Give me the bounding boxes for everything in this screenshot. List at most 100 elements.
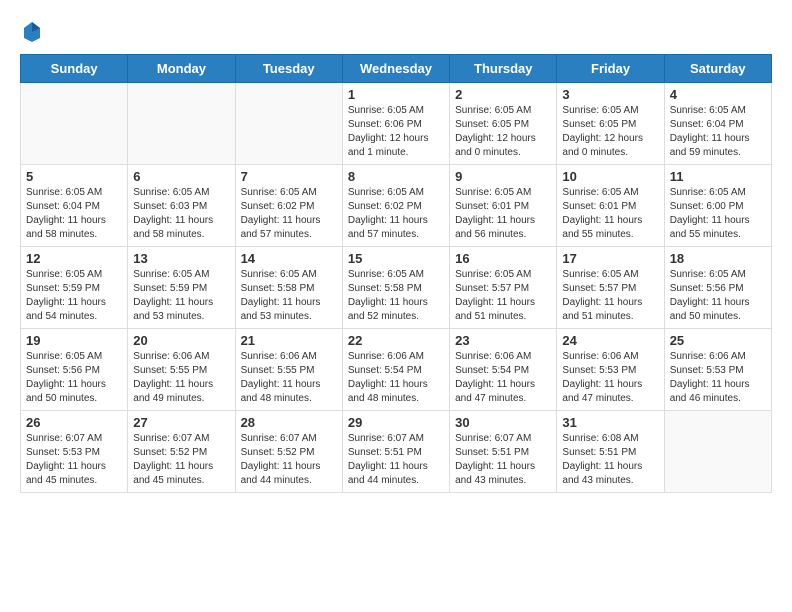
day-info: Sunrise: 6:08 AM Sunset: 5:51 PM Dayligh… — [562, 432, 658, 488]
day-number: 28 — [241, 415, 337, 430]
day-info: Sunrise: 6:06 AM Sunset: 5:53 PM Dayligh… — [562, 350, 658, 406]
day-number: 27 — [133, 415, 229, 430]
day-cell-31: 31 Sunrise: 6:08 AM Sunset: 5:51 PM Dayli… — [557, 411, 664, 493]
day-info: Sunrise: 6:07 AM Sunset: 5:51 PM Dayligh… — [348, 432, 444, 488]
day-cell-6: 6 Sunrise: 6:05 AM Sunset: 6:03 PM Daylig… — [128, 165, 235, 247]
day-number: 20 — [133, 333, 229, 348]
day-cell-8: 8 Sunrise: 6:05 AM Sunset: 6:02 PM Daylig… — [342, 165, 449, 247]
day-info: Sunrise: 6:05 AM Sunset: 6:05 PM Dayligh… — [562, 104, 658, 160]
day-cell-30: 30 Sunrise: 6:07 AM Sunset: 5:51 PM Dayli… — [450, 411, 557, 493]
day-number: 18 — [670, 251, 766, 266]
empty-cell — [664, 411, 771, 493]
day-info: Sunrise: 6:05 AM Sunset: 6:06 PM Dayligh… — [348, 104, 444, 160]
day-info: Sunrise: 6:05 AM Sunset: 5:56 PM Dayligh… — [670, 268, 766, 324]
day-number: 15 — [348, 251, 444, 266]
day-number: 29 — [348, 415, 444, 430]
day-number: 1 — [348, 87, 444, 102]
day-info: Sunrise: 6:05 AM Sunset: 6:05 PM Dayligh… — [455, 104, 551, 160]
day-number: 24 — [562, 333, 658, 348]
day-number: 31 — [562, 415, 658, 430]
day-number: 22 — [348, 333, 444, 348]
week-row-5: 26 Sunrise: 6:07 AM Sunset: 5:53 PM Dayli… — [21, 411, 772, 493]
day-cell-2: 2Sunrise: 6:05 AM Sunset: 6:05 PM Daylig… — [450, 83, 557, 165]
day-number: 30 — [455, 415, 551, 430]
day-info: Sunrise: 6:05 AM Sunset: 6:03 PM Dayligh… — [133, 186, 229, 242]
day-info: Sunrise: 6:06 AM Sunset: 5:54 PM Dayligh… — [348, 350, 444, 406]
day-number: 8 — [348, 169, 444, 184]
empty-cell — [21, 83, 128, 165]
empty-cell — [235, 83, 342, 165]
day-cell-11: 11 Sunrise: 6:05 AM Sunset: 6:00 PM Dayli… — [664, 165, 771, 247]
day-info: Sunrise: 6:05 AM Sunset: 5:56 PM Dayligh… — [26, 350, 122, 406]
page-header — [20, 20, 772, 44]
day-info: Sunrise: 6:05 AM Sunset: 5:59 PM Dayligh… — [26, 268, 122, 324]
day-cell-12: 12 Sunrise: 6:05 AM Sunset: 5:59 PM Dayli… — [21, 247, 128, 329]
day-info: Sunrise: 6:06 AM Sunset: 5:55 PM Dayligh… — [241, 350, 337, 406]
weekday-header-thursday: Thursday — [450, 55, 557, 83]
day-cell-15: 15 Sunrise: 6:05 AM Sunset: 5:58 PM Dayli… — [342, 247, 449, 329]
day-cell-21: 21 Sunrise: 6:06 AM Sunset: 5:55 PM Dayli… — [235, 329, 342, 411]
day-cell-13: 13 Sunrise: 6:05 AM Sunset: 5:59 PM Dayli… — [128, 247, 235, 329]
day-cell-4: 4 Sunrise: 6:05 AM Sunset: 6:04 PM Daylig… — [664, 83, 771, 165]
day-info: Sunrise: 6:06 AM Sunset: 5:55 PM Dayligh… — [133, 350, 229, 406]
day-info: Sunrise: 6:07 AM Sunset: 5:52 PM Dayligh… — [133, 432, 229, 488]
weekday-header-saturday: Saturday — [664, 55, 771, 83]
day-cell-22: 22 Sunrise: 6:06 AM Sunset: 5:54 PM Dayli… — [342, 329, 449, 411]
day-number: 23 — [455, 333, 551, 348]
week-row-2: 5Sunrise: 6:05 AM Sunset: 6:04 PM Daylig… — [21, 165, 772, 247]
day-number: 12 — [26, 251, 122, 266]
day-cell-17: 17 Sunrise: 6:05 AM Sunset: 5:57 PM Dayli… — [557, 247, 664, 329]
day-info: Sunrise: 6:05 AM Sunset: 5:57 PM Dayligh… — [562, 268, 658, 324]
week-row-1: 1 Sunrise: 6:05 AM Sunset: 6:06 PM Daylig… — [21, 83, 772, 165]
day-cell-28: 28 Sunrise: 6:07 AM Sunset: 5:52 PM Dayli… — [235, 411, 342, 493]
day-number: 7 — [241, 169, 337, 184]
day-number: 26 — [26, 415, 122, 430]
weekday-header-tuesday: Tuesday — [235, 55, 342, 83]
day-number: 17 — [562, 251, 658, 266]
day-cell-9: 9 Sunrise: 6:05 AM Sunset: 6:01 PM Daylig… — [450, 165, 557, 247]
day-cell-10: 10Sunrise: 6:05 AM Sunset: 6:01 PM Dayli… — [557, 165, 664, 247]
weekday-header-wednesday: Wednesday — [342, 55, 449, 83]
day-cell-24: 24 Sunrise: 6:06 AM Sunset: 5:53 PM Dayli… — [557, 329, 664, 411]
day-info: Sunrise: 6:05 AM Sunset: 6:04 PM Dayligh… — [670, 104, 766, 160]
day-info: Sunrise: 6:05 AM Sunset: 5:59 PM Dayligh… — [133, 268, 229, 324]
day-cell-20: 20 Sunrise: 6:06 AM Sunset: 5:55 PM Dayli… — [128, 329, 235, 411]
day-number: 16 — [455, 251, 551, 266]
day-info: Sunrise: 6:05 AM Sunset: 6:02 PM Dayligh… — [348, 186, 444, 242]
day-number: 11 — [670, 169, 766, 184]
day-cell-3: 3 Sunrise: 6:05 AM Sunset: 6:05 PM Daylig… — [557, 83, 664, 165]
day-info: Sunrise: 6:07 AM Sunset: 5:52 PM Dayligh… — [241, 432, 337, 488]
logo — [20, 20, 48, 44]
day-info: Sunrise: 6:05 AM Sunset: 6:00 PM Dayligh… — [670, 186, 766, 242]
day-number: 6 — [133, 169, 229, 184]
day-number: 3 — [562, 87, 658, 102]
day-cell-7: 7 Sunrise: 6:05 AM Sunset: 6:02 PM Daylig… — [235, 165, 342, 247]
day-info: Sunrise: 6:05 AM Sunset: 5:58 PM Dayligh… — [348, 268, 444, 324]
day-cell-25: 25Sunrise: 6:06 AM Sunset: 5:53 PM Dayli… — [664, 329, 771, 411]
day-cell-19: 19 Sunrise: 6:05 AM Sunset: 5:56 PM Dayli… — [21, 329, 128, 411]
weekday-header-row: SundayMondayTuesdayWednesdayThursdayFrid… — [21, 55, 772, 83]
day-info: Sunrise: 6:05 AM Sunset: 6:01 PM Dayligh… — [562, 186, 658, 242]
day-cell-27: 27 Sunrise: 6:07 AM Sunset: 5:52 PM Dayli… — [128, 411, 235, 493]
day-number: 13 — [133, 251, 229, 266]
day-number: 9 — [455, 169, 551, 184]
day-cell-29: 29 Sunrise: 6:07 AM Sunset: 5:51 PM Dayli… — [342, 411, 449, 493]
day-info: Sunrise: 6:05 AM Sunset: 6:01 PM Dayligh… — [455, 186, 551, 242]
day-number: 19 — [26, 333, 122, 348]
day-number: 5 — [26, 169, 122, 184]
day-info: Sunrise: 6:05 AM Sunset: 5:57 PM Dayligh… — [455, 268, 551, 324]
day-number: 4 — [670, 87, 766, 102]
day-number: 21 — [241, 333, 337, 348]
day-info: Sunrise: 6:06 AM Sunset: 5:53 PM Dayligh… — [670, 350, 766, 406]
day-cell-5: 5Sunrise: 6:05 AM Sunset: 6:04 PM Daylig… — [21, 165, 128, 247]
day-info: Sunrise: 6:05 AM Sunset: 6:02 PM Dayligh… — [241, 186, 337, 242]
day-info: Sunrise: 6:06 AM Sunset: 5:54 PM Dayligh… — [455, 350, 551, 406]
day-cell-16: 16 Sunrise: 6:05 AM Sunset: 5:57 PM Dayli… — [450, 247, 557, 329]
day-info: Sunrise: 6:07 AM Sunset: 5:53 PM Dayligh… — [26, 432, 122, 488]
calendar: SundayMondayTuesdayWednesdayThursdayFrid… — [20, 54, 772, 493]
day-info: Sunrise: 6:07 AM Sunset: 5:51 PM Dayligh… — [455, 432, 551, 488]
day-number: 14 — [241, 251, 337, 266]
week-row-3: 12 Sunrise: 6:05 AM Sunset: 5:59 PM Dayli… — [21, 247, 772, 329]
day-cell-23: 23 Sunrise: 6:06 AM Sunset: 5:54 PM Dayli… — [450, 329, 557, 411]
week-row-4: 19 Sunrise: 6:05 AM Sunset: 5:56 PM Dayli… — [21, 329, 772, 411]
